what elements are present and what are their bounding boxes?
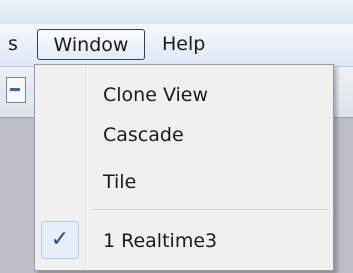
window-menu-dropdown: Clone View Cascade Tile ✓ 1 Realtime3	[34, 64, 334, 271]
checkmark-icon: ✓	[50, 227, 70, 252]
menu-bar: s Window Help	[0, 24, 353, 67]
menu-separator	[91, 209, 329, 211]
title-bar	[0, 0, 353, 24]
menu-window[interactable]: Window	[37, 29, 145, 60]
checkmark-highlight: ✓	[41, 221, 79, 259]
menu-help[interactable]: Help	[162, 29, 205, 60]
menu-item-realtime3[interactable]: 1 Realtime3	[103, 229, 217, 253]
menu-item-clone-view[interactable]: Clone View	[103, 83, 208, 107]
app-window: s Window Help Clone View Cascade Tile ✓ …	[0, 0, 353, 273]
menu-item-cascade[interactable]: Cascade	[103, 123, 184, 147]
menu-partial-item[interactable]: s	[8, 29, 18, 60]
menu-item-tile[interactable]: Tile	[103, 170, 136, 194]
toolbar-tool-icon[interactable]	[6, 77, 26, 103]
